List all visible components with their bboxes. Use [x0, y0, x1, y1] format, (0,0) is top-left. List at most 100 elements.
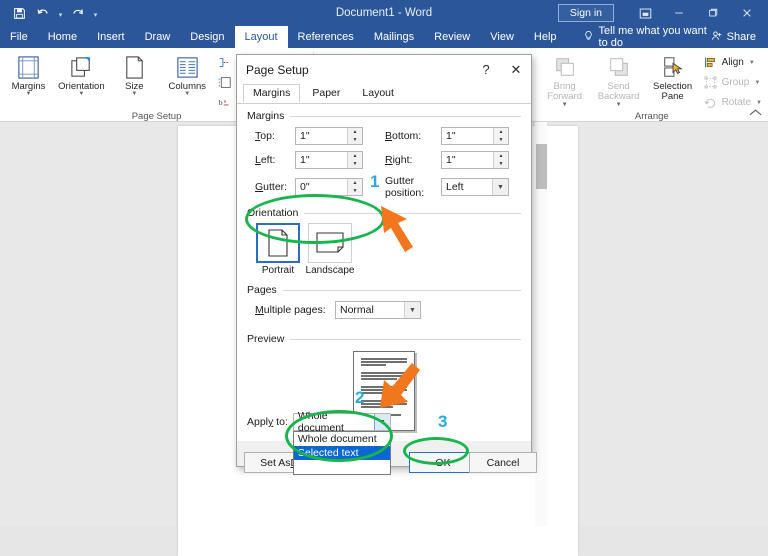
right-margin-value[interactable]: 1" — [442, 152, 493, 168]
size-button[interactable]: Size ▼ — [108, 51, 161, 100]
left-margin-spin-arrows[interactable]: ▲▼ — [347, 152, 362, 168]
apply-to-combo[interactable]: Whole document ▼ — [293, 413, 391, 431]
apply-to-option-selected-text[interactable]: Selected text — [294, 446, 390, 460]
spin-up-icon[interactable]: ▲ — [494, 152, 508, 160]
tab-mailings[interactable]: Mailings — [364, 26, 424, 48]
collapse-ribbon-icon[interactable] — [749, 108, 762, 119]
bottom-margin-spinner[interactable]: 1" ▲▼ — [441, 127, 509, 145]
dialog-close-button[interactable]: ✕ — [501, 55, 531, 84]
top-margin-spin-arrows[interactable]: ▲▼ — [347, 128, 362, 144]
gutter-spin-arrows[interactable]: ▲▼ — [347, 179, 362, 195]
tab-file[interactable]: File — [0, 26, 38, 48]
chevron-down-icon[interactable]: ▼ — [492, 179, 508, 195]
tab-design[interactable]: Design — [180, 26, 234, 48]
orientation-portrait-option[interactable]: Portrait — [255, 223, 301, 276]
ok-button[interactable]: OK — [409, 452, 477, 473]
bottom-margin-value[interactable]: 1" — [442, 128, 493, 144]
left-margin-spinner[interactable]: 1" ▲▼ — [295, 151, 363, 169]
align-button[interactable]: Align ▼ — [704, 54, 762, 71]
send-backward-button[interactable]: Send Backward ▼ — [592, 51, 646, 110]
chevron-down-icon[interactable]: ▼ — [754, 80, 760, 86]
apply-to-option-whole-document[interactable]: Whole document — [294, 432, 390, 446]
gutter-value[interactable]: 0" — [296, 179, 347, 195]
gutter-spinner[interactable]: 0" ▲▼ — [295, 178, 363, 196]
preview-text-line — [361, 389, 407, 391]
right-margin-spin-arrows[interactable]: ▲▼ — [493, 152, 508, 168]
tab-view[interactable]: View — [480, 26, 524, 48]
chevron-down-icon[interactable]: ▼ — [562, 102, 568, 109]
chevron-down-icon[interactable]: ▼ — [404, 302, 420, 318]
portrait-thumbnail[interactable] — [256, 223, 300, 263]
tab-review[interactable]: Review — [424, 26, 480, 48]
spin-down-icon[interactable]: ▼ — [494, 160, 508, 168]
chevron-down-icon[interactable]: ▼ — [184, 91, 190, 98]
spin-down-icon[interactable]: ▼ — [348, 187, 362, 195]
spin-up-icon[interactable]: ▲ — [348, 179, 362, 187]
group-button[interactable]: Group ▼ — [704, 74, 762, 91]
undo-dropdown-icon[interactable]: ▾ — [56, 3, 65, 23]
tab-layout[interactable]: Layout — [235, 26, 288, 48]
restore-button[interactable] — [696, 0, 730, 26]
undo-icon[interactable] — [32, 3, 54, 23]
chevron-down-icon[interactable]: ▼ — [374, 414, 390, 430]
apply-to-value[interactable]: Whole document — [294, 414, 374, 430]
pages-section-header: Pages — [247, 284, 521, 296]
spin-down-icon[interactable]: ▼ — [494, 136, 508, 144]
tab-draw[interactable]: Draw — [135, 26, 181, 48]
gutter-position-combo[interactable]: Left ▼ — [441, 178, 509, 196]
multiple-pages-combo[interactable]: Normal ▼ — [335, 301, 421, 319]
dialog-tab-layout[interactable]: Layout — [352, 84, 404, 103]
bring-forward-button[interactable]: Bring Forward ▼ — [538, 51, 592, 110]
tab-help[interactable]: Help — [524, 26, 567, 48]
send-backward-icon — [607, 53, 631, 81]
margins-button[interactable]: Margins ▼ — [2, 51, 55, 100]
ribbon-display-options-icon[interactable] — [628, 0, 662, 26]
sign-in-button[interactable]: Sign in — [558, 4, 614, 22]
chevron-down-icon[interactable]: ▼ — [749, 60, 755, 66]
minimize-button[interactable] — [662, 0, 696, 26]
portrait-label: Portrait — [262, 265, 294, 276]
right-margin-spinner[interactable]: 1" ▲▼ — [441, 151, 509, 169]
dialog-tab-paper[interactable]: Paper — [302, 84, 350, 103]
scrollbar-thumb[interactable] — [536, 144, 547, 189]
redo-icon[interactable] — [67, 3, 89, 23]
spin-up-icon[interactable]: ▲ — [494, 128, 508, 136]
top-margin-value[interactable]: 1" — [296, 128, 347, 144]
orientation-button[interactable]: Orientation ▼ — [55, 51, 108, 100]
tab-home[interactable]: Home — [38, 26, 87, 48]
dialog-help-button[interactable]: ? — [471, 55, 501, 84]
chevron-down-icon[interactable]: ▼ — [756, 100, 762, 106]
orientation-landscape-option[interactable]: Landscape — [307, 223, 353, 276]
tab-insert[interactable]: Insert — [87, 26, 135, 48]
save-icon[interactable] — [8, 3, 30, 23]
left-margin-value[interactable]: 1" — [296, 152, 347, 168]
chevron-down-icon[interactable]: ▼ — [78, 91, 84, 98]
chevron-down-icon[interactable]: ▼ — [616, 102, 622, 109]
customize-quick-access-icon[interactable]: ▾ — [91, 3, 100, 23]
chevron-down-icon[interactable]: ▼ — [25, 91, 31, 98]
spin-up-icon[interactable]: ▲ — [348, 152, 362, 160]
landscape-thumbnail[interactable] — [308, 223, 352, 263]
spin-down-icon[interactable]: ▼ — [348, 160, 362, 168]
multiple-pages-value[interactable]: Normal — [336, 302, 404, 318]
share-button[interactable]: Share — [711, 26, 756, 48]
close-button[interactable] — [730, 0, 764, 26]
tab-references[interactable]: References — [288, 26, 364, 48]
landscape-page-icon — [315, 231, 345, 255]
gutter-position-value[interactable]: Left — [442, 179, 492, 195]
group-label: Group — [722, 77, 750, 88]
top-margin-spinner[interactable]: 1" ▲▼ — [295, 127, 363, 145]
tell-me-search[interactable]: Tell me what you want to do — [583, 26, 711, 48]
selection-pane-button[interactable]: Selection Pane — [646, 51, 700, 105]
dialog-tab-margins[interactable]: Margins — [243, 84, 300, 103]
chevron-down-icon[interactable]: ▼ — [131, 91, 137, 98]
bottom-margin-spin-arrows[interactable]: ▲▼ — [493, 128, 508, 144]
dialog-body: Margins Top: 1" ▲▼ Bottom: 1" ▲▼ Left: 1… — [237, 104, 531, 441]
columns-icon — [175, 53, 200, 81]
preview-text-line — [361, 386, 407, 388]
spin-down-icon[interactable]: ▼ — [348, 136, 362, 144]
spin-up-icon[interactable]: ▲ — [348, 128, 362, 136]
cancel-button[interactable]: Cancel — [469, 452, 537, 473]
columns-button[interactable]: Columns ▼ — [161, 51, 214, 100]
lightbulb-icon — [583, 30, 594, 45]
